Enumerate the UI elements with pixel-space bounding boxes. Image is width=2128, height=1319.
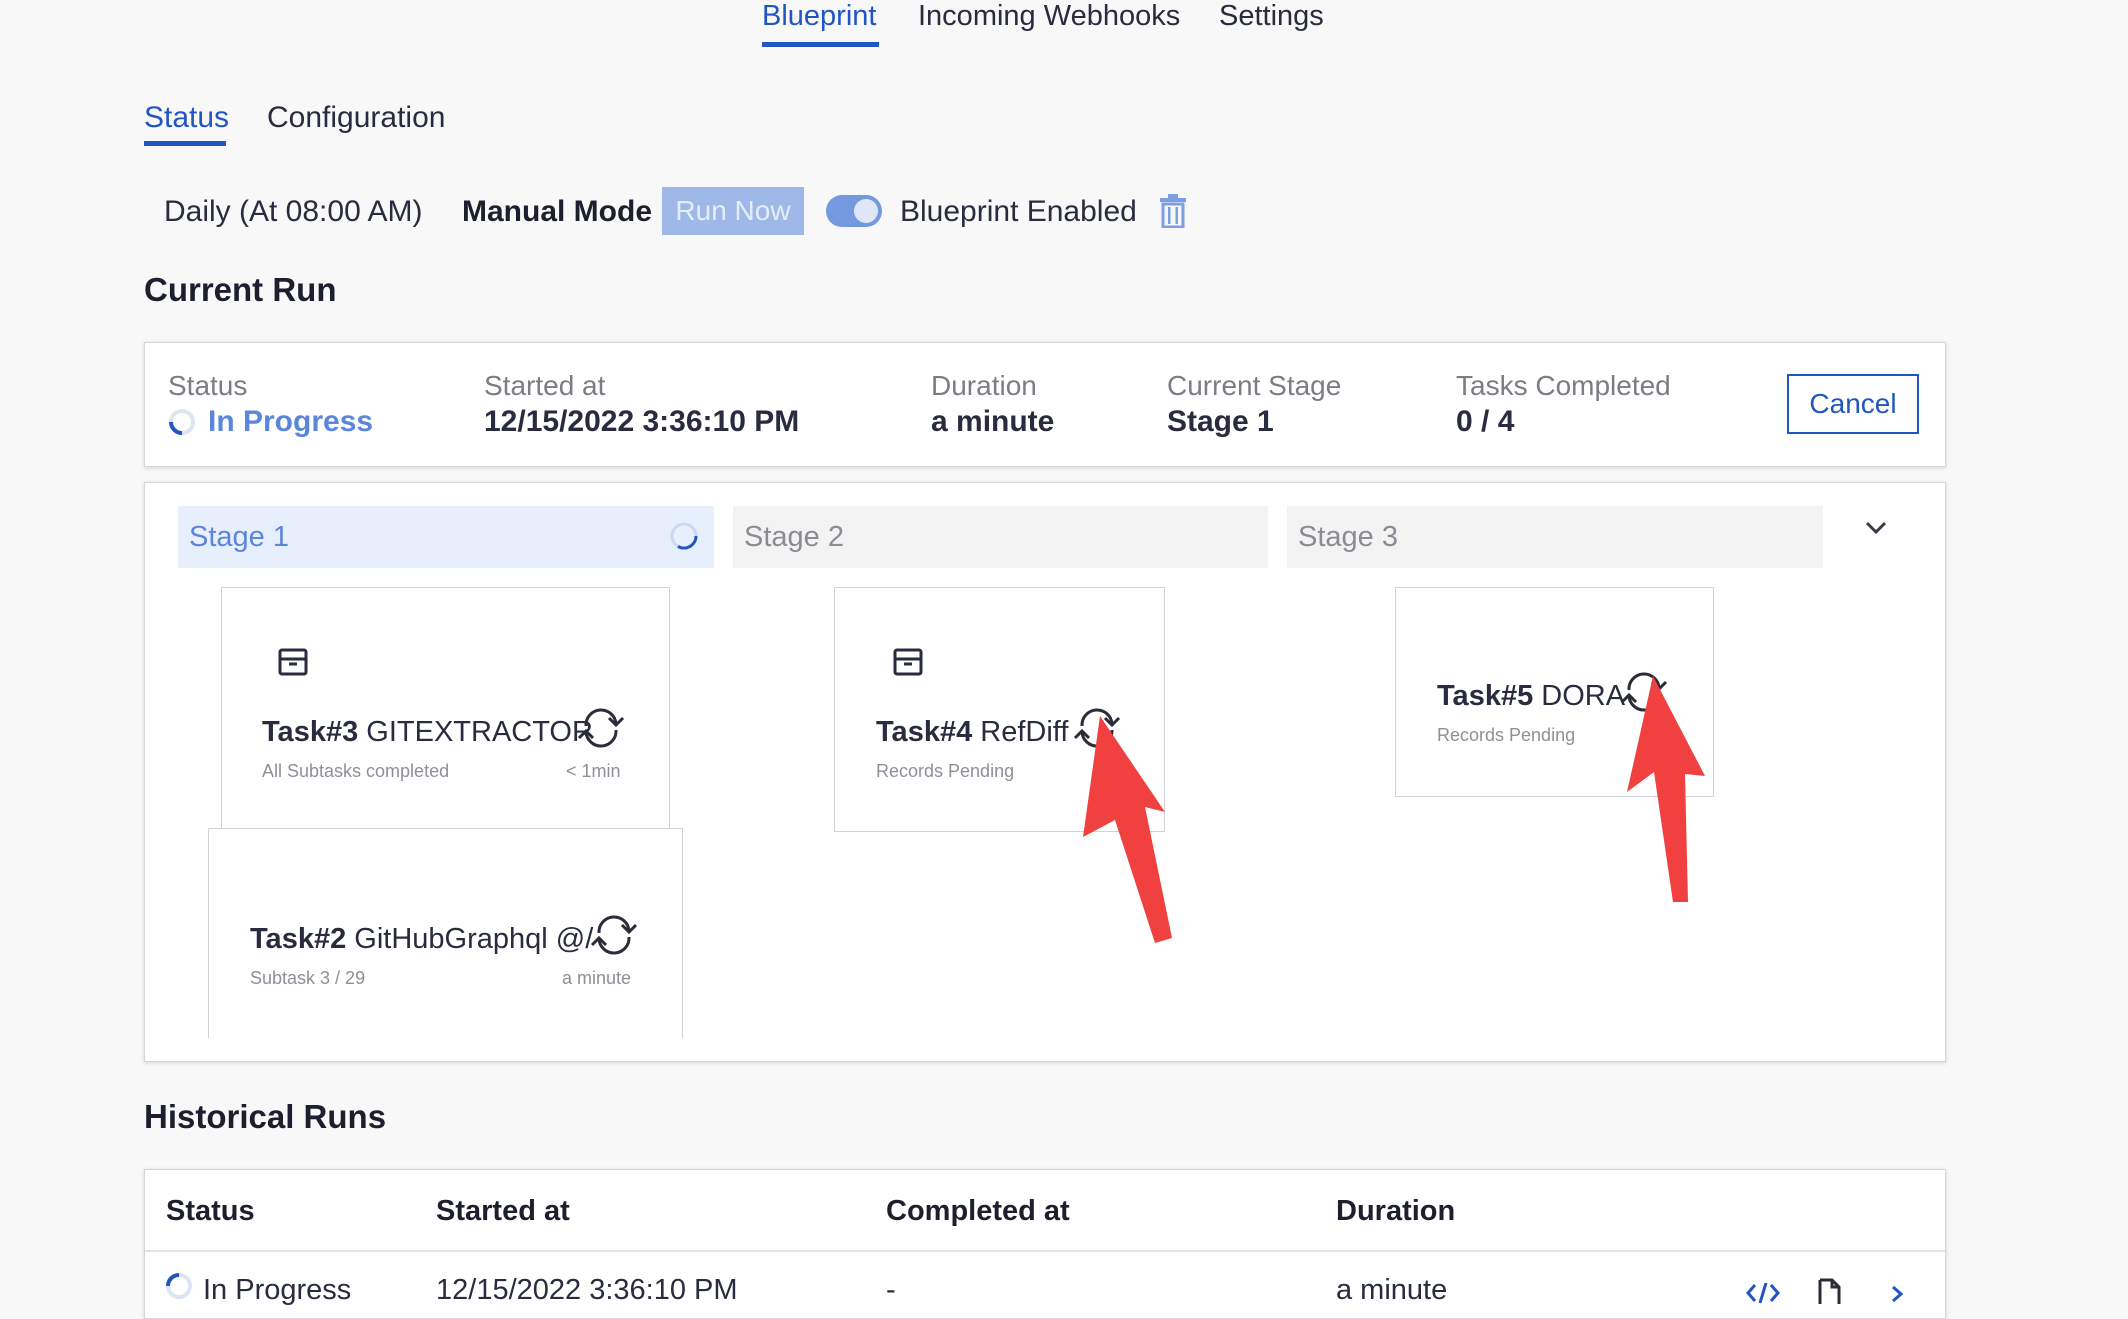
- row-duration: a minute: [1336, 1274, 1448, 1306]
- table-divider: [145, 1250, 1945, 1252]
- code-icon[interactable]: [1745, 1282, 1781, 1304]
- row-started: 12/15/2022 3:36:10 PM: [436, 1274, 738, 1306]
- historical-runs-title: Historical Runs: [144, 1098, 387, 1135]
- document-icon[interactable]: [1817, 1278, 1841, 1304]
- chevron-right-icon[interactable]: [1890, 1284, 1904, 1304]
- row-status: In Progress: [203, 1274, 352, 1306]
- row-completed: -: [886, 1274, 896, 1306]
- column-header-duration: Duration: [1336, 1195, 1456, 1227]
- annotation-arrow-2: [1627, 676, 1705, 902]
- annotation-arrow-1: [1083, 716, 1172, 943]
- loading-spinner-icon: [165, 1272, 193, 1300]
- column-header-started: Started at: [436, 1195, 570, 1227]
- historical-runs-table: [144, 1169, 1946, 1319]
- column-header-status: Status: [166, 1195, 255, 1227]
- column-header-completed: Completed at: [886, 1195, 1070, 1227]
